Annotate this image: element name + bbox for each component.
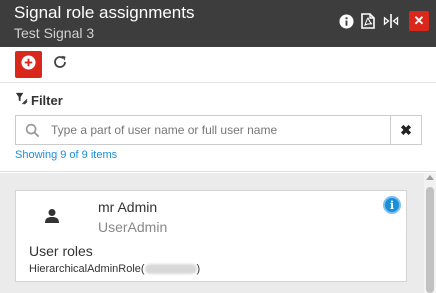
resize-icon[interactable] bbox=[382, 12, 400, 30]
user-search-input[interactable] bbox=[51, 120, 381, 140]
add-circle-icon bbox=[21, 54, 36, 75]
scroll-thumb[interactable] bbox=[426, 187, 434, 293]
info-icon[interactable] bbox=[337, 12, 355, 30]
role-scope-redacted bbox=[144, 264, 197, 275]
role-suffix: ) bbox=[196, 263, 201, 275]
user-login: UserAdmin bbox=[98, 219, 168, 235]
scroll-up-arrow[interactable] bbox=[426, 175, 434, 180]
search-box bbox=[15, 115, 391, 145]
user-icon bbox=[44, 208, 60, 229]
items-count: Showing 9 of 9 items bbox=[15, 149, 118, 161]
filter-toggle[interactable]: Filter bbox=[15, 92, 63, 108]
user-card[interactable]: mr Admin UserAdmin i User roles Hierarch… bbox=[15, 190, 407, 282]
user-name: mr Admin bbox=[98, 199, 158, 215]
refresh-button[interactable] bbox=[50, 55, 69, 74]
list-scrollbar[interactable] bbox=[424, 173, 436, 293]
user-role-entry: HierarchicalAdminRole() bbox=[29, 263, 200, 275]
pdf-icon[interactable] bbox=[359, 12, 377, 30]
filter-label: Filter bbox=[31, 92, 63, 108]
toolbar bbox=[0, 47, 436, 83]
search-icon bbox=[25, 123, 40, 143]
dialog-title: Signal role assignments bbox=[14, 3, 195, 22]
dialog-subtitle: Test Signal 3 bbox=[14, 25, 95, 41]
filter-section: Filter ✖ Showing 9 of 9 items bbox=[0, 84, 436, 172]
dialog-header: Signal role assignments Test Signal 3 ✕ bbox=[0, 0, 436, 47]
clear-search-button[interactable]: ✖ bbox=[390, 115, 422, 145]
user-roles-title: User roles bbox=[29, 243, 93, 259]
role-name: HierarchicalAdminRole( bbox=[29, 263, 145, 275]
refresh-icon bbox=[52, 54, 68, 75]
add-assignment-button[interactable] bbox=[15, 51, 42, 78]
clear-icon: ✖ bbox=[400, 121, 412, 138]
close-icon: ✕ bbox=[413, 13, 425, 28]
filter-funnel-icon bbox=[15, 92, 28, 108]
close-button[interactable]: ✕ bbox=[409, 11, 429, 31]
user-info-icon[interactable]: i bbox=[383, 196, 401, 214]
